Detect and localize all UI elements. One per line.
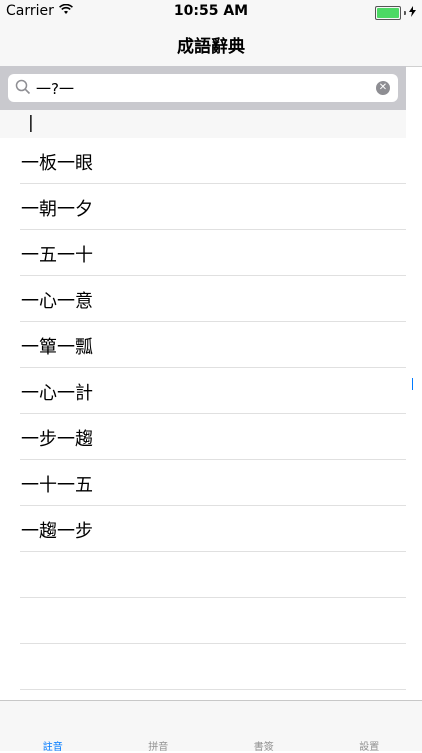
tab-label: 拼音 xyxy=(106,738,212,753)
section-index-marker[interactable] xyxy=(412,378,413,390)
status-time: 10:55 AM xyxy=(0,3,422,19)
list-item-label: 一步一趨 xyxy=(21,425,93,451)
list-item[interactable]: 一步一趨 xyxy=(20,414,406,460)
status-right xyxy=(375,5,416,21)
page-title: 成語辭典 xyxy=(0,32,422,57)
empty-row xyxy=(20,598,406,644)
list-item-label: 一心一計 xyxy=(21,379,93,405)
status-bar: Carrier 10:55 AM xyxy=(0,0,422,22)
list-item[interactable]: 一心一計 xyxy=(20,368,406,414)
list-item-label: 一簞一瓢 xyxy=(21,333,93,359)
empty-row xyxy=(20,552,406,598)
list-item-label: 一五一十 xyxy=(21,241,93,267)
tab-bookmarks[interactable]: 書簽 xyxy=(211,701,317,751)
tab-label: 書簽 xyxy=(211,738,317,753)
list-item-label: 一朝一夕 xyxy=(21,195,93,221)
section-header: | xyxy=(0,110,406,138)
list-item[interactable]: 一五一十 xyxy=(20,230,406,276)
battery-cap xyxy=(404,11,406,15)
list-item[interactable]: 一板一眼 xyxy=(20,138,406,184)
list-item-label: 一趨一步 xyxy=(21,517,93,543)
battery-fill xyxy=(377,8,399,18)
list-item[interactable]: 一十一五 xyxy=(20,460,406,506)
list-item[interactable]: 一心一意 xyxy=(20,276,406,322)
battery-icon xyxy=(375,6,401,20)
list-item[interactable]: 一趨一步 xyxy=(20,506,406,552)
search-input[interactable] xyxy=(36,77,366,99)
tab-zhuyin[interactable]: 註音 xyxy=(0,701,106,751)
list-item[interactable]: 一簞一瓢 xyxy=(20,322,406,368)
clear-search-icon[interactable]: ✕ xyxy=(376,81,390,95)
tab-bar: 註音拼音書簽設置 xyxy=(0,700,422,751)
search-icon xyxy=(15,79,31,99)
tab-label: 註音 xyxy=(0,738,106,753)
search-field[interactable]: ✕ xyxy=(8,74,398,102)
tab-settings[interactable]: 設置 xyxy=(317,701,422,751)
list-item-label: 一十一五 xyxy=(21,471,93,497)
list-item[interactable]: 一朝一夕 xyxy=(20,184,406,230)
empty-row xyxy=(20,644,406,690)
search-bar: ✕ xyxy=(0,66,406,110)
section-header-label: | xyxy=(28,113,34,133)
tab-pinyin[interactable]: 拼音 xyxy=(106,701,212,751)
idiom-list: 一板一眼一朝一夕一五一十一心一意一簞一瓢一心一計一步一趨一十一五一趨一步 xyxy=(0,138,406,690)
tab-label: 設置 xyxy=(317,738,422,753)
charging-icon xyxy=(409,5,416,21)
list-item-label: 一心一意 xyxy=(21,287,93,313)
navigation-bar: 成語辭典 xyxy=(0,22,422,67)
list-item-label: 一板一眼 xyxy=(21,149,93,175)
